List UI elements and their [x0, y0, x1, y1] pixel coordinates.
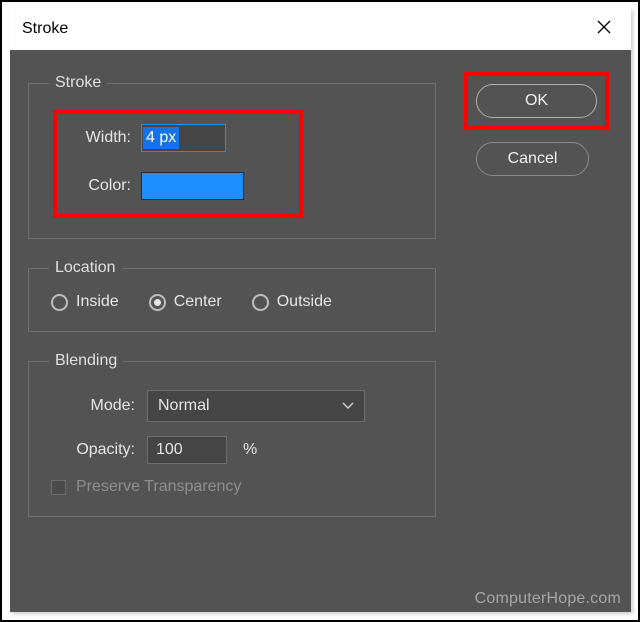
- stroke-group: Stroke Width: 4 px Color:: [28, 74, 436, 239]
- right-buttons: OK Cancel: [464, 72, 609, 176]
- location-options: Inside Center Outside: [45, 293, 419, 311]
- radio-inside-label: Inside: [76, 293, 119, 311]
- watermark: ComputerHope.com: [475, 590, 621, 608]
- location-group: Location Inside Center Outside: [28, 259, 436, 332]
- opacity-unit: %: [243, 441, 257, 459]
- location-legend: Location: [49, 259, 122, 277]
- preserve-row: Preserve Transparency: [45, 478, 419, 496]
- blending-group: Blending Mode: Normal Opacity: 100: [28, 352, 436, 517]
- close-button[interactable]: [576, 8, 631, 50]
- mode-select[interactable]: Normal: [147, 390, 365, 422]
- mode-value: Normal: [158, 397, 210, 415]
- radio-icon-checked: [149, 294, 166, 311]
- cancel-button[interactable]: Cancel: [476, 142, 589, 176]
- close-icon: [597, 19, 611, 39]
- preserve-checkbox[interactable]: [51, 480, 66, 495]
- color-row: Color:: [67, 172, 289, 200]
- radio-outside-label: Outside: [277, 293, 332, 311]
- stroke-highlight: Width: 4 px Color:: [53, 110, 303, 218]
- ok-highlight: OK: [464, 72, 609, 130]
- color-label: Color:: [67, 177, 131, 195]
- chevron-down-icon: [342, 399, 354, 413]
- dialog-title: Stroke: [22, 20, 68, 38]
- stroke-legend: Stroke: [49, 74, 107, 92]
- radio-icon: [51, 294, 68, 311]
- blending-legend: Blending: [49, 352, 123, 370]
- titlebar: Stroke: [10, 8, 631, 50]
- radio-outside[interactable]: Outside: [252, 293, 332, 311]
- stroke-dialog: Stroke OK Cancel Stroke Width:: [10, 8, 631, 612]
- opacity-row: Opacity: 100 %: [45, 436, 419, 464]
- color-swatch[interactable]: [141, 172, 244, 200]
- screenshot-frame: Stroke OK Cancel Stroke Width:: [0, 0, 640, 622]
- dialog-body: OK Cancel Stroke Width: 4 px Color:: [10, 50, 631, 612]
- width-input[interactable]: 4 px: [141, 124, 226, 152]
- opacity-input[interactable]: 100: [147, 436, 227, 464]
- mode-label: Mode:: [45, 397, 135, 415]
- radio-inside[interactable]: Inside: [51, 293, 119, 311]
- radio-icon: [252, 294, 269, 311]
- width-value: 4 px: [143, 127, 179, 149]
- opacity-label: Opacity:: [45, 441, 135, 459]
- mode-row: Mode: Normal: [45, 390, 419, 422]
- width-label: Width:: [67, 129, 131, 147]
- preserve-label: Preserve Transparency: [76, 478, 241, 496]
- width-row: Width: 4 px: [67, 124, 289, 152]
- opacity-value: 100: [156, 441, 183, 459]
- radio-center-label: Center: [174, 293, 222, 311]
- ok-button[interactable]: OK: [476, 84, 597, 118]
- radio-center[interactable]: Center: [149, 293, 222, 311]
